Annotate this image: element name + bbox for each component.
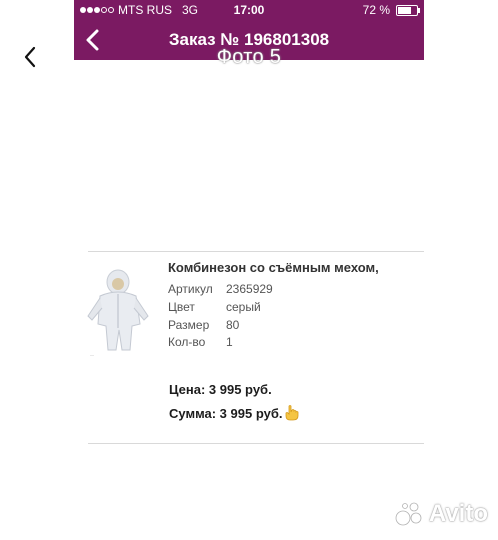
attr-value-size: 80: [226, 318, 240, 332]
nav-bar: Заказ № 196801308: [74, 20, 424, 60]
attr-value-qty: 1: [226, 335, 233, 349]
attr-label-qty: Кол-во: [168, 335, 206, 349]
status-bar: MTS RUS 3G 17:00 72 %: [74, 0, 424, 20]
svg-text:—: —: [90, 352, 94, 357]
divider-bottom: [88, 443, 424, 444]
pointing-hand-emoji-icon: [286, 405, 299, 421]
attr-label-color: Цвет: [168, 300, 195, 314]
order-screenshot: MTS RUS 3G 17:00 72 % Заказ № 196801308 …: [74, 0, 424, 540]
avito-logo-icon: [395, 502, 422, 526]
battery-percent: 72 %: [362, 3, 390, 17]
price-label: Цена: 3 995 руб.: [169, 382, 272, 397]
attr-value-article: 2365929: [226, 282, 273, 296]
attr-label-article: Артикул: [168, 282, 213, 296]
avito-wordmark: Avito: [428, 500, 488, 527]
divider-top: [88, 251, 424, 252]
attr-value-color: серый: [226, 300, 261, 314]
viewer-back-chevron-icon[interactable]: [18, 42, 42, 72]
sum-row: Сумма: 3 995 руб.: [169, 405, 299, 421]
order-title: Заказ № 196801308: [168, 30, 330, 49]
battery-icon: [396, 4, 420, 16]
sum-label: Сумма: 3 995 руб.: [169, 405, 283, 421]
product-image[interactable]: —: [82, 266, 158, 358]
product-name: Комбинезон со съёмным мехом,: [168, 260, 379, 275]
avito-watermark: Avito: [395, 500, 488, 528]
attr-label-size: Размер: [168, 318, 210, 332]
